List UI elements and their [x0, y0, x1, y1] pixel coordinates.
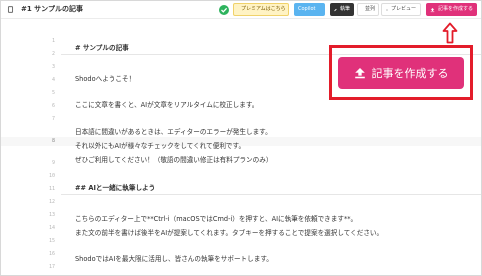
editor-heading-line[interactable]: ## AIと一緒に執筆しよう [75, 182, 155, 192]
editor-line[interactable]: また文の前半を書けば後半をAIが提案してくれます。タブキーを押することで提案を選… [75, 227, 383, 237]
page-title: #1 サンプルの記事 [21, 5, 83, 13]
line-number: 14 [48, 225, 55, 231]
pen-icon [334, 8, 337, 11]
upload-icon [430, 7, 435, 12]
editor-line[interactable]: ShodoではAIを最大限に活用し、皆さんの執筆をサポートします。 [75, 253, 273, 263]
line-number: 13 [48, 212, 55, 218]
copilot-button[interactable]: Copilot [294, 3, 325, 16]
eye-icon [386, 8, 388, 11]
preview-button[interactable]: プレビュー [381, 3, 421, 16]
line-number: 12 [48, 199, 55, 205]
edit-mode-button[interactable]: 執筆 [330, 3, 354, 16]
line-number: 4 [51, 77, 55, 83]
line-number: 2 [51, 51, 55, 57]
editor-line[interactable]: それ以外にもAIが様々なチェックをしてくれて便利です。 [75, 140, 245, 150]
line-number: 9 [51, 160, 55, 166]
preview-label: プレビュー [390, 6, 416, 12]
line-number: 7 [51, 116, 55, 122]
upload-icon [354, 67, 365, 79]
create-article-label-small: 記事を作成する [437, 6, 473, 12]
side-by-side-button[interactable]: 並列 [357, 3, 379, 16]
divider [61, 194, 481, 195]
editor-heading-line[interactable]: # サンプルの記事 [75, 42, 129, 52]
line-number: 16 [48, 251, 55, 257]
edit-mode-label: 執筆 [339, 6, 350, 12]
line-number: 8 [51, 138, 55, 144]
line-number: 11 [48, 186, 55, 192]
editor-line[interactable]: こちらのエディター上で**Ctrl-i（macOSではCmd-i）を押すと、AI… [75, 213, 357, 223]
line-number: 1 [51, 38, 55, 44]
line-number: 6 [51, 103, 55, 109]
check-icon [219, 5, 229, 15]
header-bar: #1 サンプルの記事 プレミアムはこちら Copilot 執筆 並列 プレビュー… [1, 1, 481, 19]
editor-line[interactable]: ここに文章を書くと、AIが文章をリアルタイムに校正します。 [75, 99, 258, 109]
back-icon[interactable] [7, 6, 14, 13]
line-number: 5 [51, 90, 55, 96]
editor-line[interactable]: 日本語に間違いがあるときは、エディターのエラーが発生します。 [75, 126, 272, 136]
line-number: 17 [48, 264, 55, 270]
premium-button[interactable]: プレミアムはこちら [233, 3, 289, 16]
side-by-side-label: 並列 [365, 6, 376, 12]
create-article-button-small[interactable]: 記事を作成する [426, 3, 477, 16]
app-window: #1 サンプルの記事 プレミアムはこちら Copilot 執筆 並列 プレビュー… [0, 0, 482, 276]
copilot-label: Copilot [298, 6, 316, 12]
line-number: 3 [51, 64, 55, 70]
create-article-button[interactable]: 記事を作成する [338, 57, 464, 89]
line-number: 15 [48, 238, 55, 244]
premium-label: プレミアムはこちら [241, 6, 286, 12]
line-number: 10 [48, 173, 55, 179]
editor-line[interactable]: ぜひご利用してください！（敬語の間違い修正は有料プランのみ） [75, 154, 272, 164]
editor-line[interactable]: Shodoへようこそ！ [75, 73, 135, 83]
create-article-label: 記事を作成する [371, 67, 449, 80]
